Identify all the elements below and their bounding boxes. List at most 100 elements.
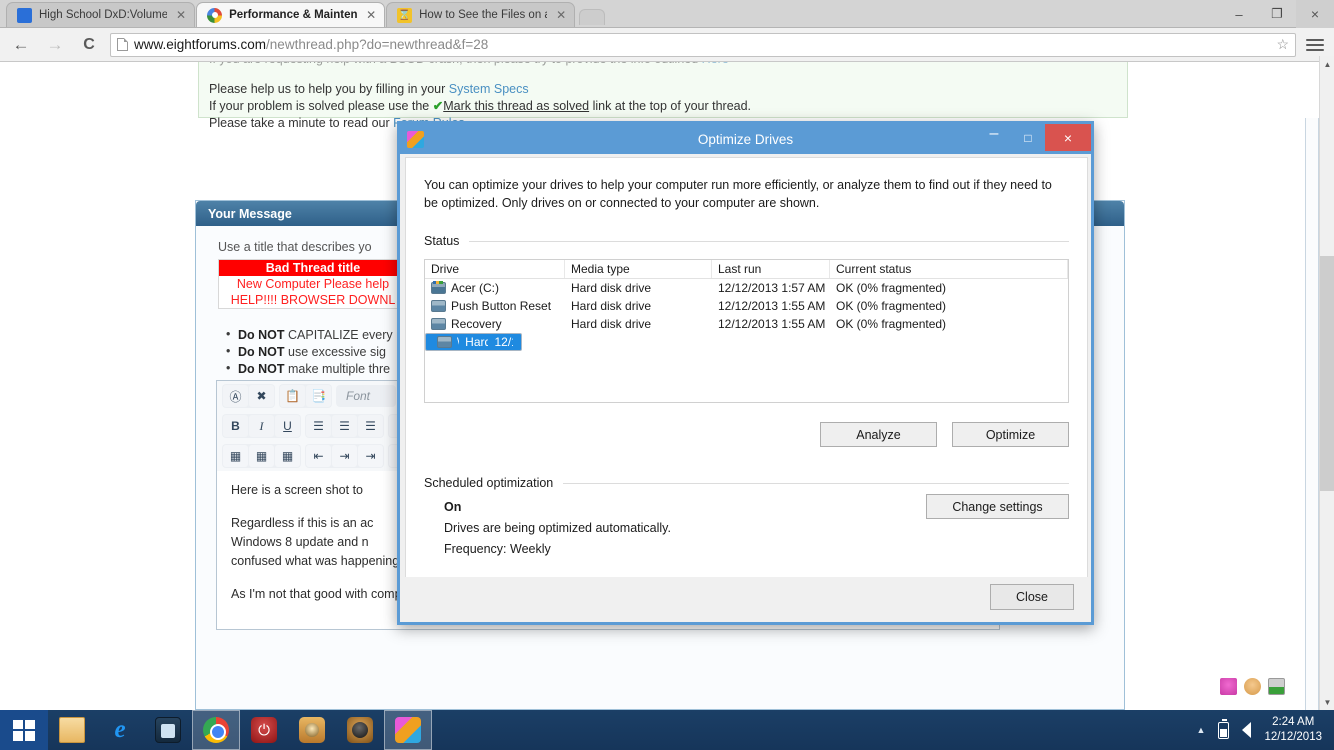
table-properties-icon[interactable]: ▦ — [249, 445, 274, 467]
message-line: confused what was happening. — [231, 554, 403, 568]
optimize-drives-icon[interactable] — [384, 710, 432, 750]
minimize-button[interactable]: – — [1220, 0, 1258, 28]
inner-scrollbar[interactable] — [1305, 118, 1319, 710]
dialog-close-button[interactable]: × — [1045, 124, 1091, 151]
close-dialog-button[interactable]: Close — [990, 584, 1074, 610]
clock[interactable]: 2:24 AM 12/12/2013 — [1264, 715, 1322, 745]
underline-icon[interactable]: U — [275, 415, 300, 437]
bookmark-star-icon[interactable]: ☆ — [1276, 36, 1289, 53]
rule-text: make multiple thre — [284, 362, 391, 376]
speaker-icon[interactable] — [336, 710, 384, 750]
google-chrome-icon[interactable] — [192, 710, 240, 750]
reload-button[interactable]: C — [76, 32, 102, 58]
table-row-selected[interactable]: \\?\Volume{f6be33... Hard disk drive 12/… — [425, 333, 522, 351]
restore-button[interactable]: ❐ — [1258, 0, 1296, 28]
system-specs-link[interactable]: System Specs — [449, 82, 529, 96]
radio-icon[interactable] — [288, 710, 336, 750]
scheduled-optimization-section: Scheduled optimization On Drives are bei… — [424, 476, 1069, 556]
dialog-title-bar[interactable]: Optimize Drives – □ × — [400, 124, 1091, 154]
mark-solved-link[interactable]: Mark this thread as solved — [443, 99, 589, 113]
power-icon[interactable]: ⏻ — [240, 710, 288, 750]
bad-title-row: HELP!!!! BROWSER DOWNL — [230, 293, 396, 307]
browser-tab-2[interactable]: ⌛ How to See the Files on a ✕ — [386, 2, 576, 27]
dialog-maximize-button[interactable]: □ — [1011, 124, 1045, 151]
dialog-intro-text: You can optimize your drives to help you… — [424, 178, 1052, 210]
url-input[interactable]: www.eightforums.com/newthread.php?do=new… — [110, 32, 1296, 57]
table-delete-icon[interactable]: ▦ — [275, 445, 300, 467]
scroll-up-icon[interactable]: ▲ — [1320, 56, 1334, 72]
close-button[interactable]: × — [1296, 0, 1334, 28]
message-line: Regardless if this is an ac — [231, 516, 374, 530]
analyze-button[interactable]: Analyze — [820, 422, 937, 447]
table-row[interactable]: Recovery Hard disk drive 12/12/2013 1:55… — [425, 315, 1068, 333]
windows-start-icon[interactable] — [0, 710, 48, 750]
close-icon[interactable]: ✕ — [366, 8, 376, 22]
change-settings-button[interactable]: Change settings — [926, 494, 1069, 519]
page-scrollbar[interactable]: ▲ ▼ — [1319, 56, 1334, 710]
file-explorer-icon[interactable] — [48, 710, 96, 750]
paste-icon[interactable]: 📋 — [280, 385, 305, 407]
column-header-last-run[interactable]: Last run — [712, 260, 830, 278]
media-type: Hard disk drive — [465, 335, 488, 349]
insert-column-left-icon[interactable]: ⇤ — [306, 445, 331, 467]
scheduled-details: On Drives are being optimized automatica… — [424, 494, 1069, 556]
scheduled-frequency: Frequency: Weekly — [444, 542, 551, 556]
drive-icon — [431, 300, 446, 312]
delete-column-icon[interactable]: ⇥ — [358, 445, 383, 467]
remove-formatting-icon[interactable]: ✖ — [249, 385, 274, 407]
column-header-current-status[interactable]: Current status — [830, 260, 1068, 278]
column-group: ⇤ ⇥ ⇥ — [305, 444, 384, 468]
drive-name: Acer (C:) — [451, 281, 499, 295]
dialog-minimize-button[interactable]: – — [977, 124, 1011, 151]
show-hidden-icons-icon[interactable]: ▲ — [1197, 725, 1206, 735]
system-info-icon[interactable] — [144, 710, 192, 750]
menu-icon[interactable] — [1304, 38, 1326, 51]
notice-line3: Please take a minute to read our — [209, 116, 394, 130]
font-select[interactable]: Font — [336, 385, 396, 407]
table-group: ▦ ▦ ▦ — [222, 444, 301, 468]
radio-glyph — [299, 717, 325, 743]
close-icon[interactable]: ✕ — [176, 8, 186, 22]
forward-button[interactable]: → — [42, 32, 68, 58]
font-color-icon[interactable]: Ⓐ — [223, 385, 248, 407]
battery-icon[interactable] — [1218, 718, 1230, 739]
align-left-icon[interactable]: ☰ — [306, 415, 331, 437]
table-row[interactable]: Push Button Reset Hard disk drive 12/12/… — [425, 297, 1068, 315]
bad-title-row: New Computer Please help — [236, 277, 390, 291]
scheduled-description: Drives are being optimized automatically… — [444, 521, 671, 535]
browser-tab-1[interactable]: Performance & Maintenan ✕ — [196, 2, 386, 27]
volume-icon[interactable] — [1242, 722, 1252, 738]
turtle-emoticon[interactable] — [1268, 678, 1285, 695]
drives-list-view[interactable]: Drive Media type Last run Current status… — [424, 259, 1069, 403]
insert-column-icon[interactable]: ⇥ — [332, 445, 357, 467]
table-row[interactable]: Acer (C:) Hard disk drive 12/12/2013 1:5… — [425, 279, 1068, 297]
tab-title: Performance & Maintenan — [229, 9, 358, 21]
ie-glyph: e — [114, 716, 126, 743]
here-link[interactable]: Here — [702, 62, 729, 66]
optimize-drives-dialog: Optimize Drives – □ × You can optimize y… — [397, 121, 1094, 625]
action-buttons: Analyze Optimize — [424, 422, 1069, 447]
scrollbar-thumb[interactable] — [1320, 256, 1334, 491]
back-button[interactable]: ← — [8, 32, 34, 58]
scroll-down-icon[interactable]: ▼ — [1320, 694, 1334, 710]
text-style-group: B I U — [222, 414, 301, 438]
column-header-media-type[interactable]: Media type — [565, 260, 712, 278]
align-right-icon[interactable]: ☰ — [358, 415, 383, 437]
new-tab-button[interactable] — [579, 9, 606, 25]
drives-table-header: Drive Media type Last run Current status — [425, 260, 1068, 279]
close-icon[interactable]: ✕ — [556, 8, 566, 22]
paste-from-word-icon[interactable]: 📑 — [306, 385, 331, 407]
browser-tab-0[interactable]: High School DxD:Volume ✕ — [6, 2, 196, 27]
column-header-drive[interactable]: Drive — [425, 260, 565, 278]
align-center-icon[interactable]: ☰ — [332, 415, 357, 437]
italic-icon[interactable]: I — [249, 415, 274, 437]
bold-icon[interactable]: B — [223, 415, 248, 437]
pink-creature-emoticon[interactable] — [1220, 678, 1237, 695]
url-path: /newthread.php?do=newthread&f=28 — [266, 37, 489, 52]
optimize-button[interactable]: Optimize — [952, 422, 1069, 447]
table-icon[interactable]: ▦ — [223, 445, 248, 467]
status-group-label: Status — [424, 234, 460, 248]
internet-explorer-icon[interactable]: e — [96, 710, 144, 750]
hand-emoticon[interactable] — [1244, 678, 1261, 695]
drive-cell: Recovery — [425, 317, 565, 331]
